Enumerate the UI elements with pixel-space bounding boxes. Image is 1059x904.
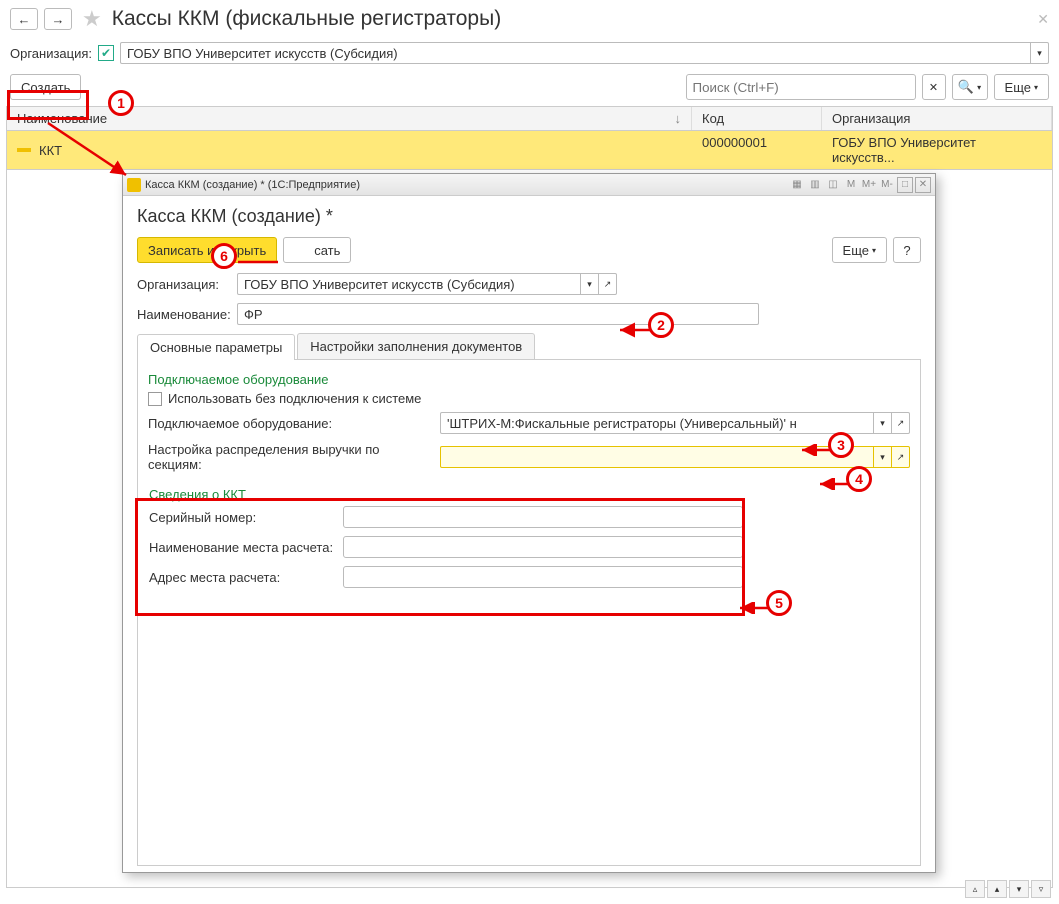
open-icon[interactable]: ↗: [891, 447, 909, 467]
tb-calendar-icon[interactable]: ◫: [825, 177, 841, 193]
save-close-button[interactable]: Записать и закрыть: [137, 237, 277, 263]
page-title: Кассы ККМ (фискальные регистраторы): [112, 7, 501, 31]
more-button[interactable]: Еще▾: [994, 74, 1049, 100]
place-name-input[interactable]: [343, 536, 743, 558]
open-icon[interactable]: ↗: [891, 413, 909, 433]
dialog-more-button[interactable]: Еще▾: [832, 237, 887, 263]
magnify-icon: 🔍: [958, 79, 974, 95]
dropdown-icon[interactable]: ▾: [580, 274, 598, 294]
org-filter-label: Организация:: [10, 46, 92, 61]
callout-5: 5: [766, 590, 792, 616]
dropdown-icon[interactable]: ▾: [1030, 43, 1048, 63]
sort-icon: ↓: [675, 111, 682, 126]
callout-2: 2: [648, 312, 674, 338]
dlg-org-label: Организация:: [137, 277, 233, 292]
dropdown-icon[interactable]: ▾: [873, 447, 891, 467]
use-offline-label: Использовать без подключения к системе: [168, 391, 421, 406]
dlg-name-label: Наименование:: [137, 307, 233, 322]
open-icon[interactable]: ↗: [598, 274, 616, 294]
place-addr-input[interactable]: [343, 566, 743, 588]
scroll-up-button[interactable]: ▴: [987, 880, 1007, 898]
serial-label: Серийный номер:: [149, 510, 343, 525]
close-icon[interactable]: ✕: [1037, 11, 1049, 28]
search-input[interactable]: [686, 74, 916, 100]
search-button[interactable]: 🔍▾: [952, 74, 988, 100]
place-addr-label: Адрес места расчета:: [149, 570, 343, 585]
app-icon: [127, 178, 141, 192]
callout-3: 3: [828, 432, 854, 458]
scroll-down-button[interactable]: ▾: [1009, 880, 1029, 898]
search-clear-button[interactable]: ✕: [922, 74, 946, 100]
col-org-header[interactable]: Организация: [822, 107, 1052, 130]
kkm-create-dialog: Касса ККМ (создание) * (1С:Предприятие) …: [122, 173, 936, 873]
nav-back-button[interactable]: ←: [10, 8, 38, 30]
sections-label: Настройка распределения выручки по секци…: [148, 442, 436, 472]
nav-forward-button[interactable]: →: [44, 8, 72, 30]
scroll-top-button[interactable]: ▵: [965, 880, 985, 898]
org-filter-checkbox[interactable]: ✔: [98, 45, 114, 61]
help-button[interactable]: ?: [893, 237, 921, 263]
equip-input[interactable]: 'ШТРИХ-М:Фискальные регистраторы (Универ…: [440, 412, 910, 434]
row-name: ККТ: [39, 143, 62, 158]
row-code: 000000001: [692, 131, 822, 169]
col-code-header[interactable]: Код: [692, 107, 822, 130]
section-kkt-title: Сведения о ККТ: [149, 487, 909, 502]
tb-close-icon[interactable]: ✕: [915, 177, 931, 193]
org-filter-input[interactable]: ГОБУ ВПО Университет искусств (Субсидия)…: [120, 42, 1049, 64]
callout-4: 4: [846, 466, 872, 492]
tb-calc-icon[interactable]: ▥: [807, 177, 823, 193]
org-filter-value: ГОБУ ВПО Университет искусств (Субсидия): [127, 46, 398, 61]
section-equipment-title: Подключаемое оборудование: [148, 372, 910, 387]
save-button[interactable]: сать: [283, 237, 351, 263]
equip-value: 'ШТРИХ-М:Фискальные регистраторы (Универ…: [447, 413, 873, 433]
dropdown-icon[interactable]: ▾: [873, 413, 891, 433]
place-name-label: Наименование места расчета:: [149, 540, 343, 555]
equip-label: Подключаемое оборудование:: [148, 416, 436, 431]
tb-m[interactable]: M: [843, 177, 859, 193]
tb-doc-icon[interactable]: ▦: [789, 177, 805, 193]
create-button[interactable]: Создать: [10, 74, 81, 100]
row-icon: [17, 148, 31, 152]
use-offline-checkbox[interactable]: [148, 392, 162, 406]
dlg-name-input[interactable]: ФР: [237, 303, 759, 325]
dlg-name-value: ФР: [244, 307, 263, 322]
callout-1: 1: [108, 90, 134, 116]
row-org: ГОБУ ВПО Университет искусств...: [822, 131, 1052, 169]
dlg-org-input[interactable]: ГОБУ ВПО Университет искусств (Субсидия)…: [237, 273, 617, 295]
favorite-star-icon[interactable]: ★: [82, 6, 102, 32]
table-row[interactable]: ККТ 000000001 ГОБУ ВПО Университет искус…: [7, 131, 1052, 169]
serial-input[interactable]: [343, 506, 743, 528]
tab-settings[interactable]: Настройки заполнения документов: [297, 333, 535, 359]
callout-6: 6: [211, 243, 237, 269]
tb-mminus[interactable]: M-: [879, 177, 895, 193]
scroll-bottom-button[interactable]: ▿: [1031, 880, 1051, 898]
tb-mplus[interactable]: M+: [861, 177, 877, 193]
dialog-title: Касса ККМ (создание) *: [137, 206, 921, 227]
dlg-org-value: ГОБУ ВПО Университет искусств (Субсидия): [244, 277, 515, 292]
tab-main[interactable]: Основные параметры: [137, 334, 295, 360]
window-title: Касса ККМ (создание) * (1С:Предприятие): [145, 179, 360, 191]
tb-restore-icon[interactable]: □: [897, 177, 913, 193]
